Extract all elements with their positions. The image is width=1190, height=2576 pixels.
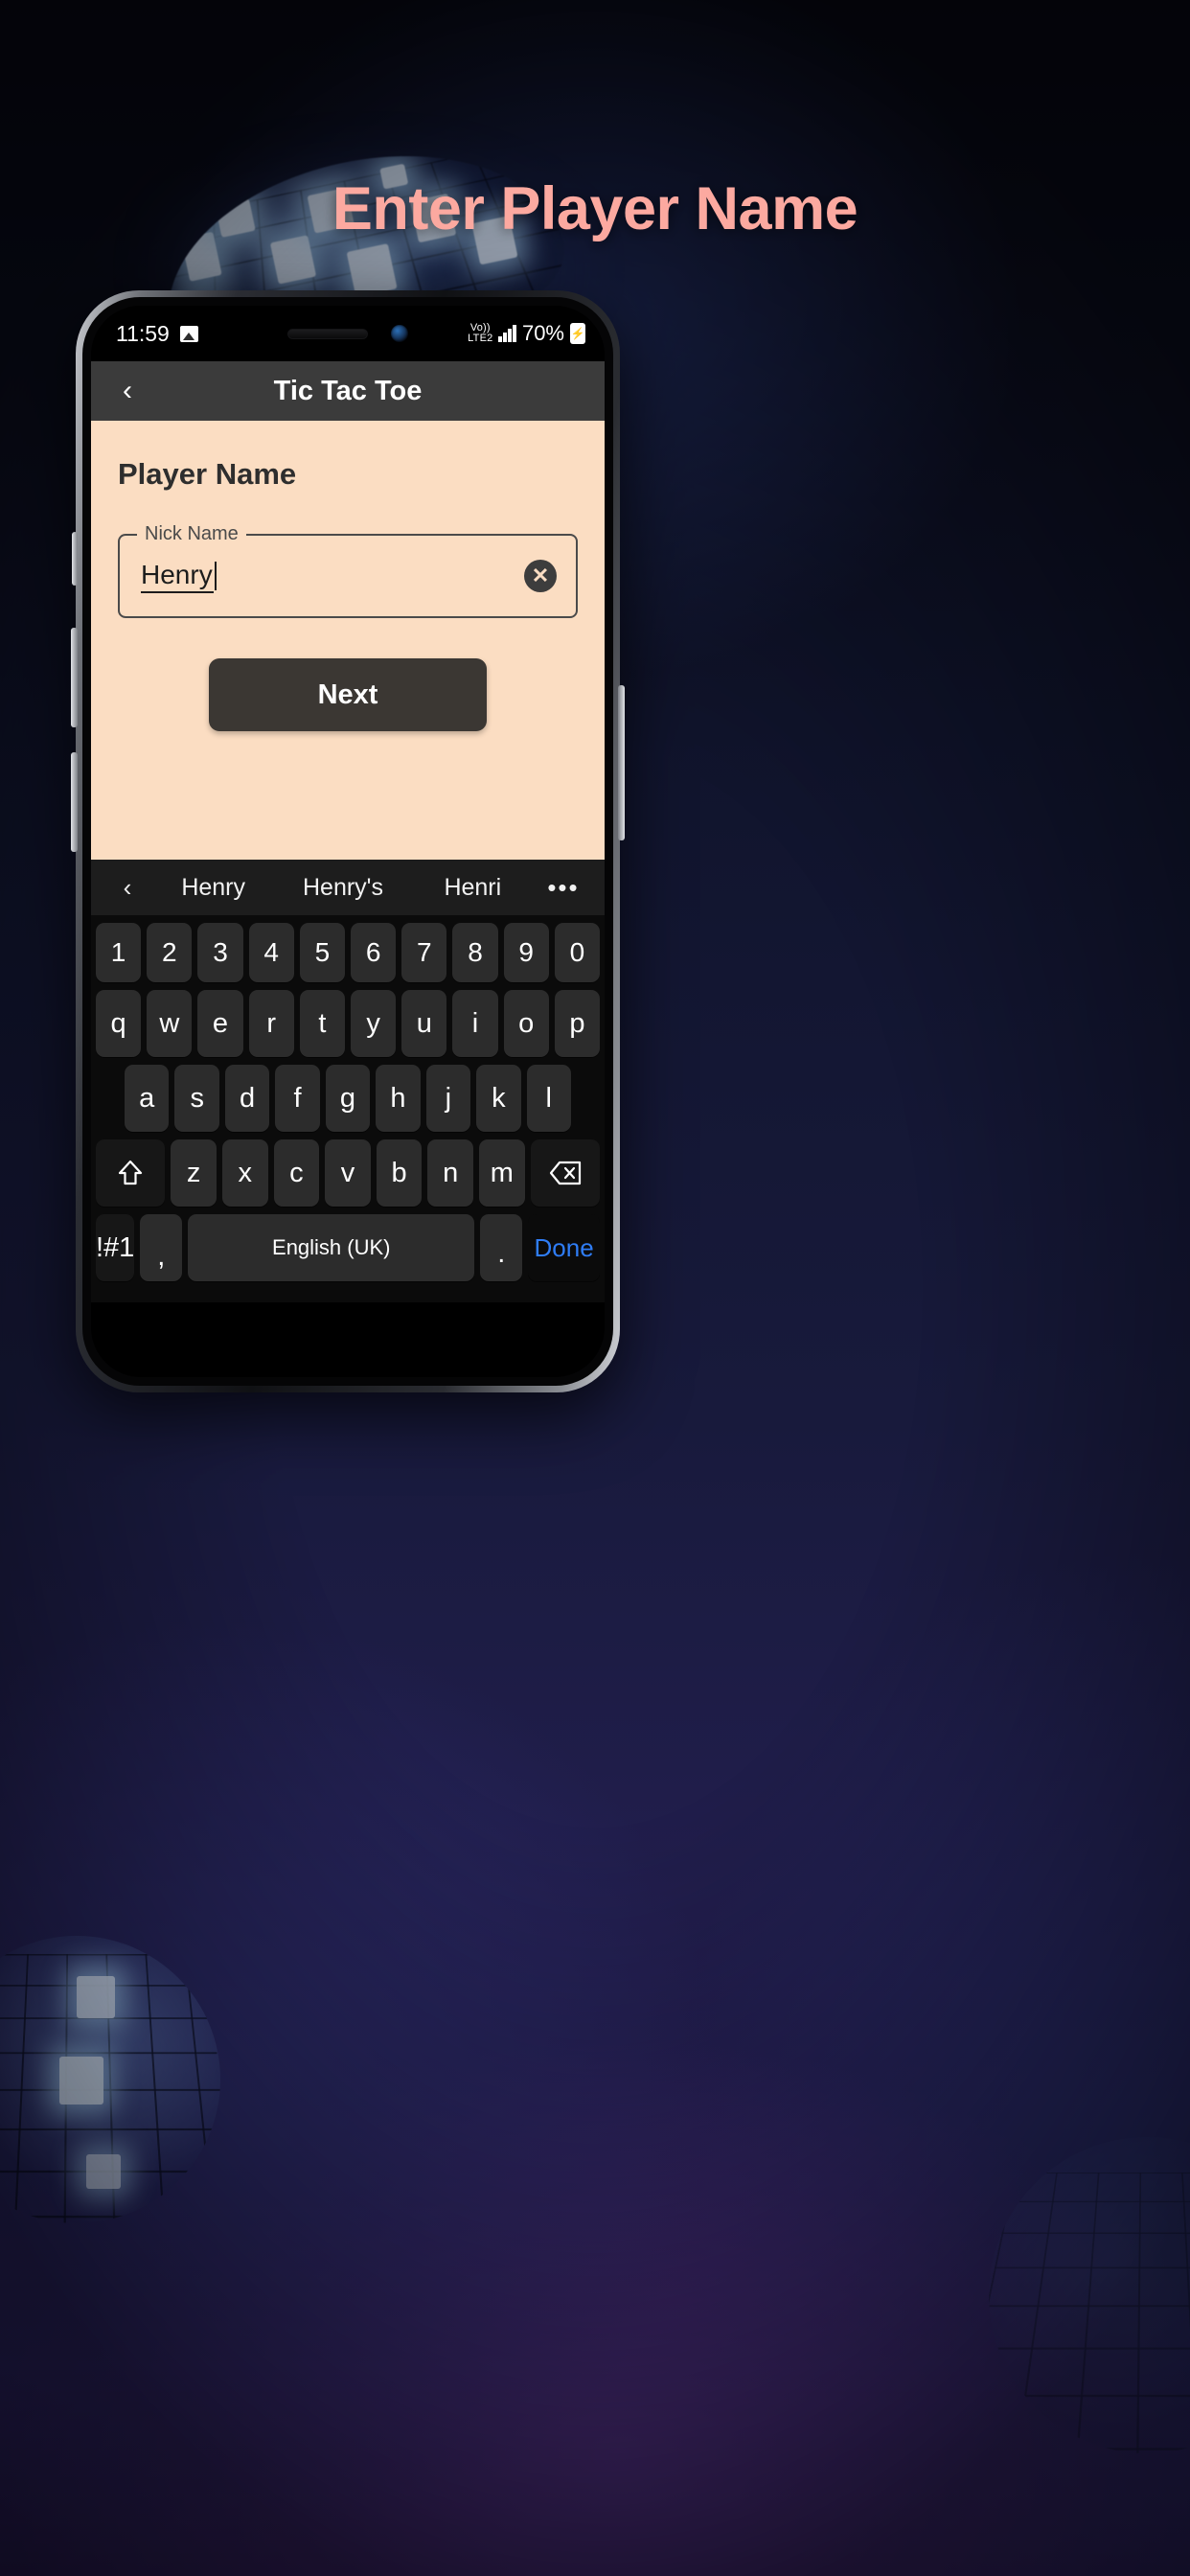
phone-bezel: 11:59 Vo)) LTE2 70% ⚡ ‹ Tic Tac Toe Play… [82,297,613,1386]
key-1[interactable]: 1 [95,923,142,982]
key-3[interactable]: 3 [197,923,243,982]
phone-notch [229,306,467,361]
key-j[interactable]: j [425,1065,471,1132]
key-f[interactable]: f [275,1065,320,1132]
key-p[interactable]: p [554,990,601,1057]
key-k[interactable]: k [476,1065,521,1132]
key-5[interactable]: 5 [299,923,345,982]
nick-name-field[interactable]: Nick Name Henry ✕ [118,523,578,618]
done-key[interactable]: Done [528,1214,600,1281]
nick-name-label: Nick Name [137,523,246,545]
keyboard-row-zxcv: z x c v b n m [91,1139,605,1207]
key-q[interactable]: q [95,990,142,1057]
on-screen-keyboard: ‹ Henry Henry's Henri ••• 1 2 3 4 5 6 7 [91,860,605,1302]
app-bar-title: Tic Tac Toe [273,375,423,406]
phone-screen: 11:59 Vo)) LTE2 70% ⚡ ‹ Tic Tac Toe Play… [91,306,605,1377]
key-v[interactable]: v [325,1139,371,1207]
key-d[interactable]: d [224,1065,270,1132]
key-m[interactable]: m [479,1139,525,1207]
key-e[interactable]: e [197,990,243,1057]
comma-key[interactable]: , [140,1214,183,1281]
period-key[interactable]: . [480,1214,523,1281]
key-4[interactable]: 4 [248,923,294,982]
app-content: Player Name Nick Name Henry ✕ Next [91,421,605,860]
key-s[interactable]: s [174,1065,219,1132]
signal-bars-sim2-icon [498,325,516,342]
key-b[interactable]: b [376,1139,423,1207]
key-o[interactable]: o [503,990,549,1057]
chevron-left-icon[interactable]: ‹ [108,372,147,410]
key-2[interactable]: 2 [147,923,193,982]
key-w[interactable]: w [147,990,193,1057]
suggestion-item[interactable]: Henry's [278,874,407,902]
status-bar-left: 11:59 [116,321,198,347]
volte-indicator: Vo)) LTE2 [468,322,493,344]
key-u[interactable]: u [401,990,447,1057]
keyboard-row-asdf: a s d f g h j k l [91,1065,605,1132]
shift-arrow-icon[interactable] [96,1139,166,1207]
key-a[interactable]: a [125,1065,170,1132]
key-n[interactable]: n [427,1139,474,1207]
symbols-key[interactable]: !#1 [96,1214,135,1281]
key-7[interactable]: 7 [401,923,447,982]
battery-charging-icon: ⚡ [570,323,585,344]
app-bar: ‹ Tic Tac Toe [91,361,605,421]
key-t[interactable]: t [299,990,345,1057]
key-8[interactable]: 8 [452,923,498,982]
text-caret [214,562,217,590]
status-bar-time: 11:59 [116,320,170,346]
nick-name-input[interactable]: Henry [141,559,214,593]
key-c[interactable]: c [273,1139,320,1207]
key-r[interactable]: r [248,990,294,1057]
key-9[interactable]: 9 [503,923,549,982]
page-title: Enter Player Name [332,175,858,242]
next-button[interactable]: Next [209,658,487,731]
photo-icon [179,325,198,342]
key-x[interactable]: x [221,1139,268,1207]
background-scene: Enter Player Name 11:59 Vo)) LTE2 70% ⚡ … [0,0,1190,2576]
phone-device-frame: 11:59 Vo)) LTE2 70% ⚡ ‹ Tic Tac Toe Play… [71,290,625,1392]
front-camera-icon [391,325,408,342]
power-button[interactable] [618,685,625,840]
clear-circle-icon[interactable]: ✕ [524,560,557,592]
key-0[interactable]: 0 [554,923,601,982]
keyboard-row-bottom: !#1 , English (UK) . Done [91,1214,605,1281]
key-g[interactable]: g [325,1065,371,1132]
mute-switch-button[interactable] [72,532,78,586]
keyboard-row-numbers: 1 2 3 4 5 6 7 8 9 0 [91,923,605,982]
key-h[interactable]: h [376,1065,421,1132]
suggestion-item[interactable]: Henry [149,874,278,902]
player-name-heading: Player Name [118,457,297,491]
suggestion-item[interactable]: Henri [408,874,538,902]
overflow-dots-icon[interactable]: ••• [538,873,589,903]
key-i[interactable]: i [452,990,498,1057]
battery-percent: 70% [521,321,564,345]
key-z[interactable]: z [171,1139,217,1207]
earpiece-speaker-icon [287,328,368,339]
space-key[interactable]: English (UK) [188,1214,475,1281]
chevron-left-icon[interactable]: ‹ [106,873,149,903]
volume-up-button[interactable] [71,628,78,727]
key-y[interactable]: y [351,990,397,1057]
backspace-icon[interactable] [530,1139,600,1207]
keyboard-row-qwerty: q w e r t y u i o p [91,990,605,1057]
key-6[interactable]: 6 [351,923,397,982]
volume-down-button[interactable] [71,752,78,852]
suggestion-bar: ‹ Henry Henry's Henri ••• [91,860,605,915]
key-l[interactable]: l [526,1065,571,1132]
